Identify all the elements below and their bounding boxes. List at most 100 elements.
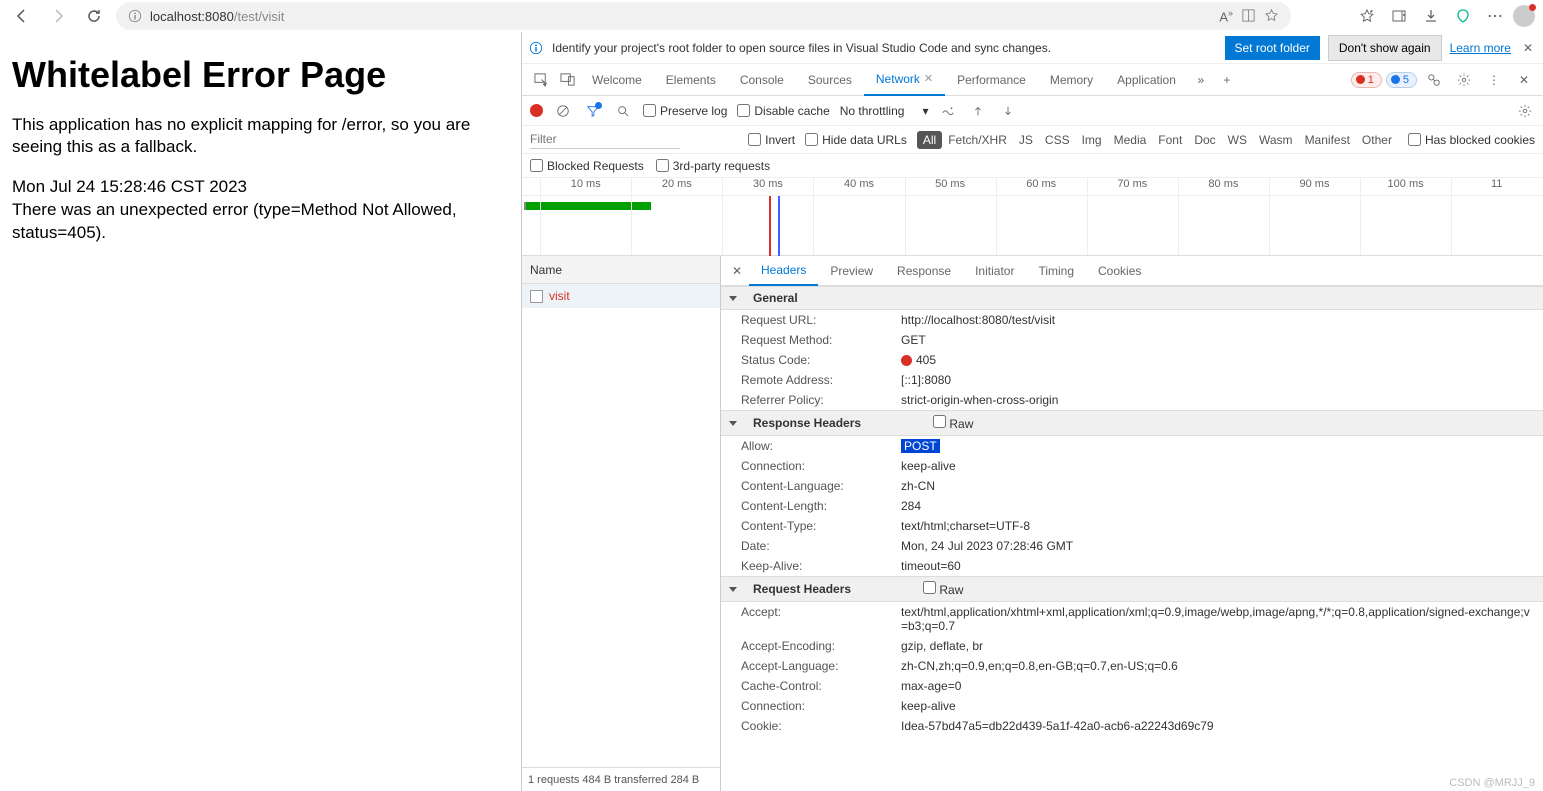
filter-type-doc[interactable]: Doc [1188, 131, 1221, 149]
extensions-icon[interactable] [1449, 2, 1477, 30]
request-list-header[interactable]: Name [522, 256, 720, 284]
menu-icon[interactable]: ⋯ [1481, 2, 1509, 30]
issues-icon[interactable] [1421, 67, 1447, 93]
dont-show-again-button[interactable]: Don't show again [1328, 35, 1442, 61]
filter-type-js[interactable]: JS [1013, 131, 1039, 149]
favorites-icon[interactable] [1353, 2, 1381, 30]
export-icon[interactable] [998, 101, 1018, 121]
network-conditions-icon[interactable] [938, 101, 958, 121]
record-button[interactable] [530, 104, 543, 117]
detail-tab-initiator[interactable]: Initiator [963, 256, 1026, 286]
devtools-panel: Identify your project's root folder to o… [521, 32, 1543, 791]
close-icon[interactable]: ✕ [924, 72, 933, 85]
disable-cache-checkbox[interactable]: Disable cache [737, 104, 829, 118]
section-response-headers[interactable]: Response Headers Raw [721, 410, 1543, 436]
add-tab-icon[interactable]: + [1214, 67, 1240, 93]
page-content: Whitelabel Error Page This application h… [0, 32, 521, 791]
favorite-icon[interactable] [1264, 8, 1279, 23]
address-bar[interactable]: localhost:8080/test/visit A» [116, 2, 1291, 30]
browser-toolbar: localhost:8080/test/visit A» ⋯ [0, 0, 1543, 32]
import-icon[interactable] [968, 101, 988, 121]
filter-type-ws[interactable]: WS [1222, 131, 1253, 149]
forward-button[interactable] [44, 2, 72, 30]
detail-tab-timing[interactable]: Timing [1026, 256, 1086, 286]
filter-type-media[interactable]: Media [1108, 131, 1153, 149]
clear-icon[interactable] [553, 101, 573, 121]
info-count-badge[interactable]: 5 [1386, 72, 1417, 88]
filter-type-fetchxhr[interactable]: Fetch/XHR [942, 131, 1013, 149]
header-row: Connection:keep-alive [721, 696, 1543, 716]
tab-performance[interactable]: Performance [945, 64, 1038, 96]
device-toggle-icon[interactable] [554, 67, 580, 93]
filter-row: Invert Hide data URLs AllFetch/XHRJSCSSI… [522, 126, 1543, 154]
detail-tab-preview[interactable]: Preview [818, 256, 885, 286]
reload-button[interactable] [80, 2, 108, 30]
network-timeline[interactable]: 10 ms20 ms30 ms40 ms50 ms60 ms70 ms80 ms… [522, 178, 1543, 256]
filter-type-css[interactable]: CSS [1039, 131, 1076, 149]
url-text: localhost:8080/test/visit [150, 9, 284, 24]
set-root-folder-button[interactable]: Set root folder [1225, 36, 1320, 60]
tab-network[interactable]: Network✕ [864, 64, 945, 96]
preserve-log-checkbox[interactable]: Preserve log [643, 104, 727, 118]
tab-welcome[interactable]: Welcome [580, 64, 654, 96]
filter-type-manifest[interactable]: Manifest [1299, 131, 1356, 149]
timeline-tick: 30 ms [753, 178, 783, 190]
request-row-visit[interactable]: visit [522, 284, 720, 308]
devtools-close-icon[interactable]: ✕ [1511, 67, 1537, 93]
tab-sources[interactable]: Sources [796, 64, 864, 96]
hide-data-urls-checkbox[interactable]: Hide data URLs [805, 133, 907, 147]
learn-more-link[interactable]: Learn more [1450, 41, 1511, 55]
timeline-tick: 20 ms [662, 178, 692, 190]
filter-type-font[interactable]: Font [1152, 131, 1188, 149]
invert-checkbox[interactable]: Invert [748, 133, 795, 147]
blocked-requests-checkbox[interactable]: Blocked Requests [530, 159, 644, 173]
section-request-headers[interactable]: Request Headers Raw [721, 576, 1543, 602]
has-blocked-cookies-checkbox[interactable]: Has blocked cookies [1408, 133, 1535, 147]
section-general[interactable]: General [721, 286, 1543, 310]
filter-type-wasm[interactable]: Wasm [1253, 131, 1299, 149]
error-detail: There was an unexpected error (type=Meth… [12, 199, 521, 245]
header-row: Content-Length:284 [721, 496, 1543, 516]
filter-type-img[interactable]: Img [1076, 131, 1108, 149]
read-aloud-icon[interactable]: A» [1219, 8, 1233, 24]
network-settings-icon[interactable] [1515, 101, 1535, 121]
tab-memory[interactable]: Memory [1038, 64, 1105, 96]
reader-icon[interactable] [1241, 8, 1256, 23]
filter-type-all[interactable]: All [917, 131, 942, 149]
filter-input[interactable] [530, 130, 680, 149]
filter-row-2: Blocked Requests 3rd-party requests [522, 154, 1543, 178]
detail-tab-headers[interactable]: Headers [749, 256, 818, 286]
more-tabs-icon[interactable]: » [1188, 67, 1214, 93]
profile-avatar[interactable] [1513, 5, 1535, 27]
tab-elements[interactable]: Elements [654, 64, 728, 96]
header-row: Cookie:Idea-57bd47a5=db22d439-5a1f-42a0-… [721, 716, 1543, 736]
workspace-infobar: Identify your project's root folder to o… [522, 32, 1543, 64]
kebab-icon[interactable]: ⋮ [1481, 67, 1507, 93]
inspect-icon[interactable] [528, 67, 554, 93]
filter-type-other[interactable]: Other [1356, 131, 1398, 149]
search-icon[interactable] [613, 101, 633, 121]
filter-toggle-icon[interactable] [583, 101, 603, 121]
throttling-select[interactable]: No throttling ▾ [840, 104, 929, 118]
tab-console[interactable]: Console [728, 64, 796, 96]
back-button[interactable] [8, 2, 36, 30]
network-toolbar: Preserve log Disable cache No throttling… [522, 96, 1543, 126]
detail-tab-cookies[interactable]: Cookies [1086, 256, 1153, 286]
third-party-checkbox[interactable]: 3rd-party requests [656, 159, 770, 173]
detail-tab-response[interactable]: Response [885, 256, 963, 286]
load-marker [778, 196, 780, 256]
close-details-icon[interactable]: ✕ [725, 259, 749, 283]
collections-icon[interactable] [1385, 2, 1413, 30]
document-icon [530, 290, 543, 303]
request-list: Name visit 1 requests 484 B transferred … [522, 256, 721, 791]
infobar-close-icon[interactable]: ✕ [1523, 41, 1533, 55]
timeline-tick: 70 ms [1117, 178, 1147, 190]
downloads-icon[interactable] [1417, 2, 1445, 30]
tab-application[interactable]: Application [1105, 64, 1188, 96]
raw-checkbox[interactable]: Raw [933, 415, 973, 431]
page-title: Whitelabel Error Page [12, 54, 521, 96]
raw-checkbox[interactable]: Raw [923, 581, 963, 597]
settings-icon[interactable] [1451, 67, 1477, 93]
header-row: Accept-Encoding:gzip, deflate, br [721, 636, 1543, 656]
error-count-badge[interactable]: 1 [1351, 72, 1382, 88]
